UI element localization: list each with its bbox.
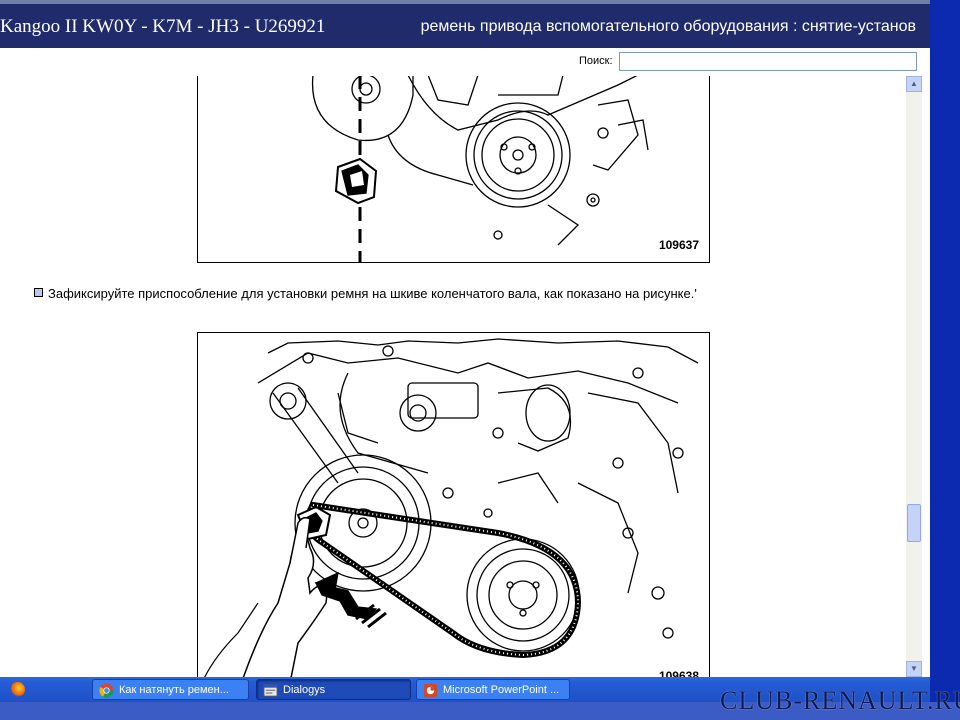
search-label: Поиск: — [579, 55, 613, 67]
taskbar-item-label: Microsoft PowerPoint ... — [443, 684, 560, 696]
taskbar-item-label: Dialogys — [283, 684, 326, 696]
taskbar-item-dialogys[interactable]: Dialogys — [256, 679, 411, 700]
scroll-down-button[interactable]: ▼ — [906, 661, 922, 677]
instruction-label: Зафиксируйте приспособление для установк… — [48, 286, 697, 301]
watermark: CLUB-RENAULT.RU — [720, 686, 960, 715]
figure-2: 109638 — [197, 332, 710, 677]
scroll-thumb[interactable] — [907, 504, 921, 542]
vertical-scrollbar[interactable]: ▲ ▼ — [906, 76, 922, 677]
figure-1-number: 109637 — [658, 238, 699, 252]
search-input[interactable] — [619, 52, 917, 71]
window-border — [922, 48, 930, 677]
powerpoint-icon — [423, 683, 438, 698]
vehicle-title: Kangoo II KW0Y - K7M - JH3 - U269921 — [0, 16, 326, 37]
chrome-icon — [99, 683, 114, 698]
figure-2-number: 109638 — [658, 669, 699, 677]
document-content: 109637 Зафиксируйте приспособление для у… — [0, 76, 906, 677]
figure-1: 109637 — [197, 76, 710, 263]
engine-illustration-1 — [311, 76, 649, 262]
taskbar-item-label: Как натянуть ремен... — [119, 684, 229, 696]
engine-illustration-2 — [204, 338, 699, 677]
instruction-text: Зафиксируйте приспособление для установк… — [34, 286, 697, 301]
scroll-up-button[interactable]: ▲ — [906, 76, 922, 92]
firefox-icon[interactable] — [10, 682, 25, 697]
taskbar-item-chrome[interactable]: Как натянуть ремен... — [92, 679, 249, 700]
app-window-icon — [263, 684, 278, 697]
bullet-icon — [34, 288, 43, 297]
side-panel — [930, 0, 960, 720]
search-bar: Поиск: — [0, 48, 930, 77]
procedure-title: ремень привода вспомогательного оборудов… — [420, 18, 916, 35]
taskbar-item-powerpoint[interactable]: Microsoft PowerPoint ... — [416, 679, 570, 700]
document-header: Kangoo II KW0Y - K7M - JH3 - U269921 рем… — [0, 4, 930, 48]
